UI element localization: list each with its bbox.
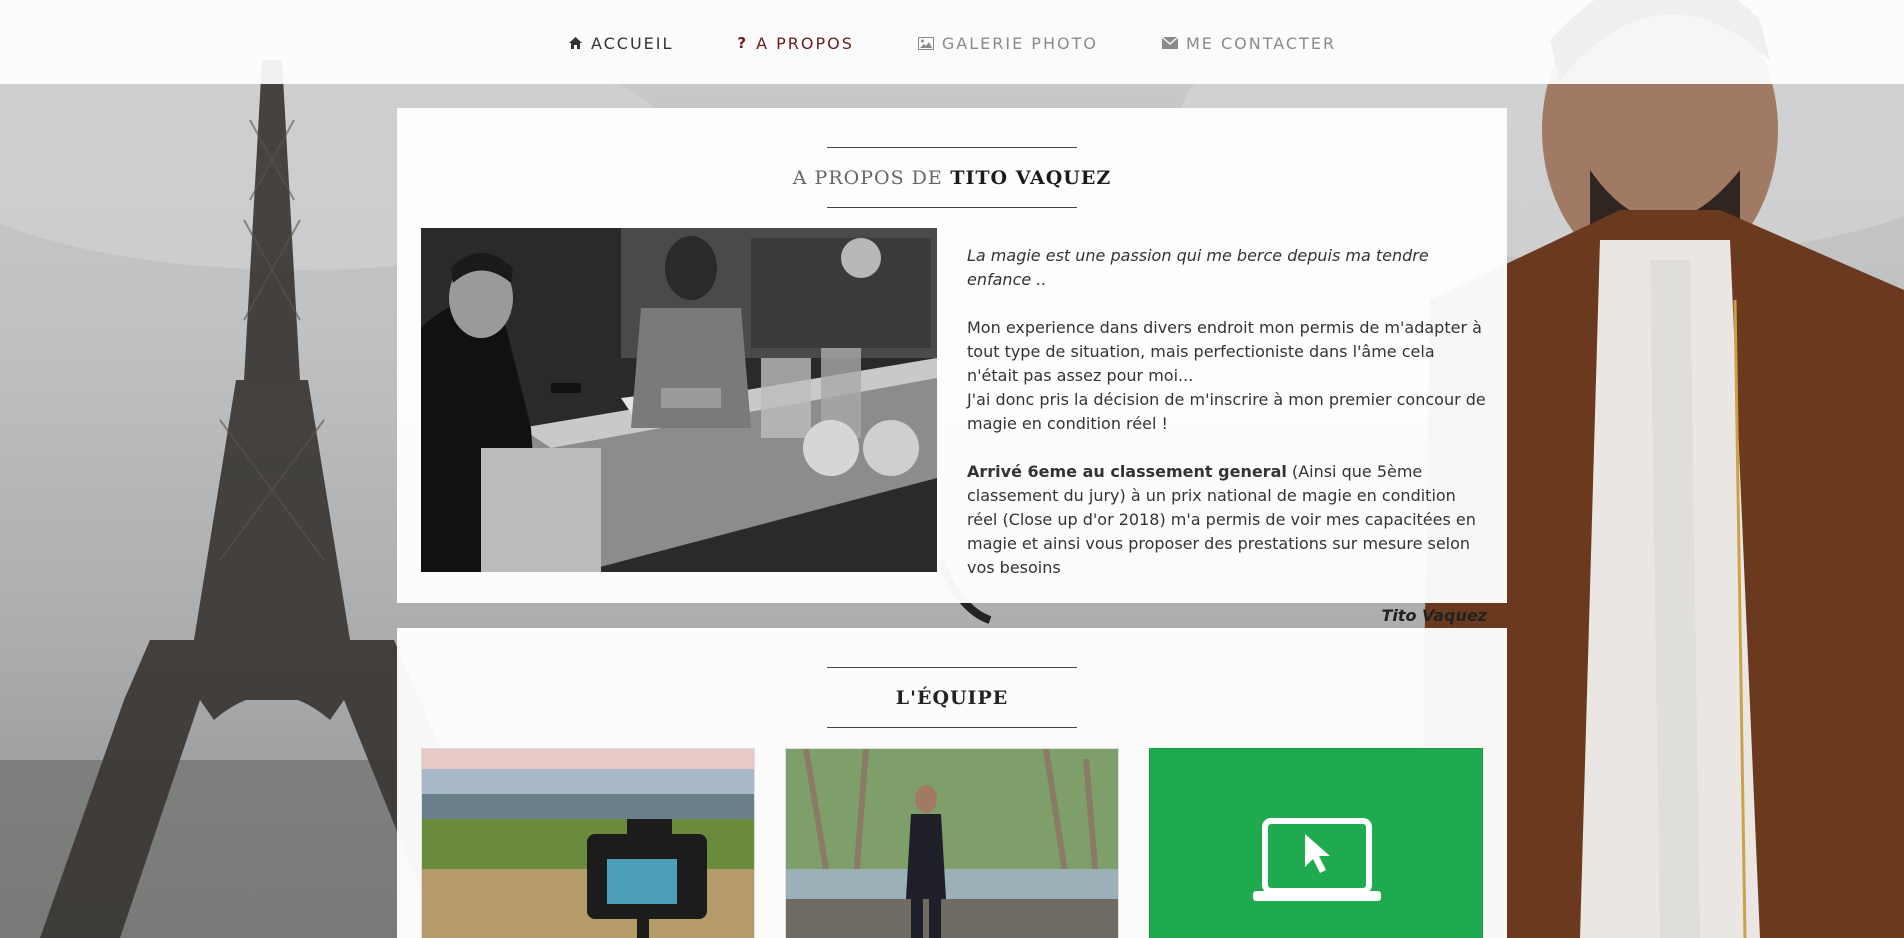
heading-strong-text: Tito Vaquez [950, 167, 1112, 189]
team-section: L'équipe [397, 628, 1507, 938]
question-icon: ? [737, 33, 749, 52]
heading-divider-bottom [827, 207, 1077, 208]
nav-item-me-contacter[interactable]: Me contacter [1161, 32, 1337, 53]
nav-item-label: Galerie photo [941, 33, 1098, 53]
nav-item-accueil[interactable]: Accueil [568, 32, 673, 53]
heading-divider-bottom [827, 727, 1077, 728]
heading-light-text: A propos de [792, 167, 943, 189]
team-card-magician[interactable] [785, 748, 1119, 938]
envelope-icon [1161, 37, 1178, 49]
signature: Tito Vaquez [1381, 606, 1487, 625]
team-heading-block: L'équipe [397, 667, 1507, 728]
about-section: A propos de Tito Vaquez [397, 108, 1507, 625]
camera-landscape-image [422, 749, 754, 938]
nav-item-label: Me contacter [1185, 33, 1337, 53]
laptop-cursor-icon [1150, 749, 1482, 938]
main-navbar: Accueil ? A propos Galerie photo Me cont… [0, 0, 1904, 84]
about-text: La magie est une passion qui me berce de… [967, 244, 1487, 652]
about-heading: A propos de Tito Vaquez [397, 148, 1507, 207]
team-card-web[interactable] [1149, 748, 1483, 938]
image-icon [917, 36, 934, 50]
about-intro: La magie est une passion qui me berce de… [967, 246, 1429, 289]
about-paragraph-award: Arrivé 6eme au classement general (Ainsi… [967, 460, 1487, 580]
team-heading: L'équipe [895, 687, 1009, 709]
award-highlight: Arrivé 6eme au classement general [967, 462, 1287, 481]
about-paragraph: Mon experience dans divers endroit mon p… [967, 316, 1487, 436]
about-photo [421, 228, 937, 572]
about-heading-block: A propos de Tito Vaquez [397, 147, 1507, 208]
magician-outdoor-image [786, 749, 1118, 938]
nav-item-label: A propos [756, 33, 854, 53]
nav-item-label: Accueil [590, 33, 674, 53]
about-paragraph-2: J'ai donc pris la décision de m'inscrire… [967, 390, 1486, 433]
nav-item-galerie-photo[interactable]: Galerie photo [917, 32, 1098, 53]
nav-item-a-propos[interactable]: ? A propos [737, 32, 854, 53]
home-icon [568, 36, 583, 50]
team-card-photography[interactable] [421, 748, 755, 938]
about-paragraph-1: Mon experience dans divers endroit mon p… [967, 318, 1482, 385]
